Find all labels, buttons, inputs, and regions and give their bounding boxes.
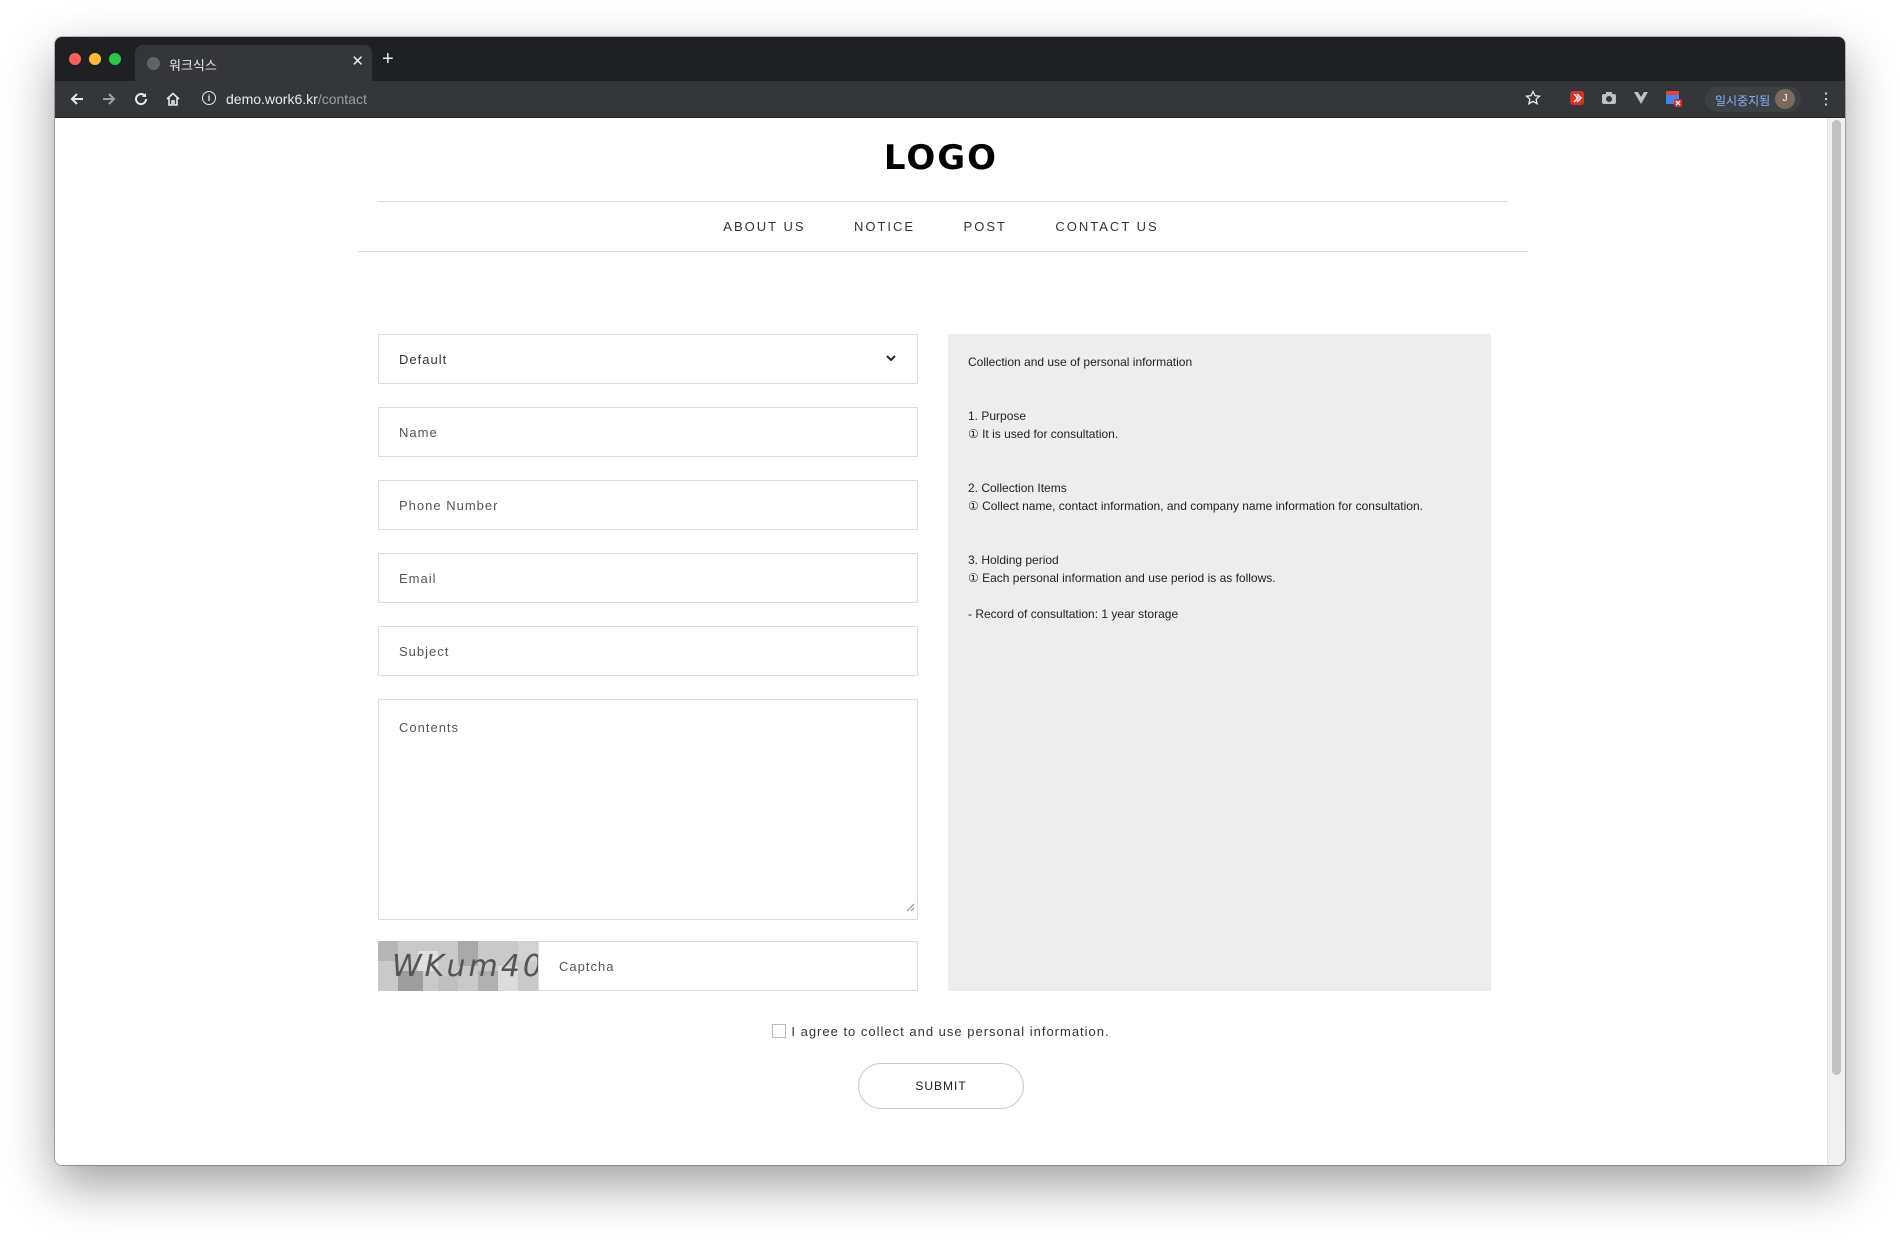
minimize-window-button[interactable] — [89, 53, 101, 65]
browser-window: 워크식스 ✕ + i demo.work6.kr/contact 일시중지됨 J… — [55, 37, 1845, 1165]
close-window-button[interactable] — [69, 53, 81, 65]
name-placeholder: Name — [399, 425, 438, 440]
items-heading: 2. Collection Items — [968, 481, 1067, 495]
vue-devtools-icon[interactable] — [1633, 90, 1649, 106]
main-nav: ABOUT US NOTICE POST CONTACT US — [55, 218, 1827, 236]
agree-row: I agree to collect and use personal info… — [55, 1024, 1827, 1039]
profile-button[interactable]: 일시중지됨 J — [1705, 86, 1801, 112]
nav-post[interactable]: POST — [964, 219, 1007, 234]
contents-placeholder: Contents — [399, 720, 460, 735]
new-tab-button[interactable]: + — [382, 49, 394, 69]
agree-checkbox[interactable] — [772, 1024, 787, 1038]
browser-menu-icon[interactable]: ⋮ — [1818, 89, 1834, 109]
phone-placeholder: Phone Number — [399, 498, 499, 513]
email-placeholder: Email — [399, 571, 437, 586]
back-icon[interactable] — [65, 87, 89, 111]
url-text: demo.work6.kr/contact — [226, 91, 367, 107]
resize-handle-icon[interactable] — [905, 899, 915, 917]
browser-tab[interactable]: 워크식스 ✕ — [135, 45, 372, 81]
captcha-image: WKum40 — [378, 941, 538, 991]
globe-icon — [147, 57, 160, 70]
subject-placeholder: Subject — [399, 644, 450, 659]
nav-divider — [358, 251, 1528, 252]
reload-icon[interactable] — [129, 87, 153, 111]
info-icon[interactable]: i — [202, 91, 216, 105]
agree-label[interactable]: I agree to collect and use personal info… — [791, 1024, 1109, 1039]
nav-notice[interactable]: NOTICE — [854, 219, 915, 234]
close-tab-icon[interactable]: ✕ — [351, 52, 364, 70]
camera-icon[interactable] — [1601, 90, 1617, 106]
tab-bar: 워크식스 ✕ + — [55, 37, 1845, 81]
profile-status-label: 일시중지됨 — [1715, 94, 1771, 108]
chevron-down-icon — [885, 351, 897, 369]
name-input[interactable]: Name — [378, 407, 918, 457]
purpose-text: ① It is used for consultation. — [968, 427, 1119, 441]
avatar: J — [1775, 89, 1795, 109]
bookmark-star-icon[interactable] — [1524, 89, 1542, 106]
address-bar[interactable]: i demo.work6.kr/contact — [198, 85, 1498, 113]
extension-blue-icon[interactable] — [1665, 90, 1682, 107]
privacy-title: Collection and use of personal informati… — [968, 355, 1193, 369]
submit-button[interactable]: SUBMIT — [858, 1063, 1024, 1109]
record-text: - Record of consultation: 1 year storage — [968, 607, 1179, 621]
period-text: ① Each personal information and use peri… — [968, 571, 1276, 585]
subject-input[interactable]: Subject — [378, 626, 918, 676]
contents-textarea[interactable]: Contents — [378, 699, 918, 920]
captcha-input[interactable]: Captcha — [538, 941, 918, 991]
home-icon[interactable] — [161, 87, 185, 111]
phone-input[interactable]: Phone Number — [378, 480, 918, 530]
captcha-placeholder: Captcha — [559, 959, 615, 974]
captcha-code: WKum40 — [392, 949, 538, 984]
browser-toolbar: i demo.work6.kr/contact 일시중지됨 J ⋮ — [55, 81, 1845, 118]
nav-about-us[interactable]: ABOUT US — [723, 219, 805, 234]
period-heading: 3. Holding period — [968, 553, 1059, 567]
extension-red-icon[interactable] — [1569, 90, 1585, 106]
page-viewport: LOGO ABOUT US NOTICE POST CONTACT US Def… — [55, 118, 1827, 1165]
maximize-window-button[interactable] — [109, 53, 121, 65]
tab-title: 워크식스 — [169, 59, 217, 74]
privacy-info-panel: Collection and use of personal informati… — [948, 334, 1491, 991]
site-logo[interactable]: LOGO — [55, 138, 1827, 178]
purpose-heading: 1. Purpose — [968, 409, 1027, 423]
header-divider — [378, 201, 1508, 202]
page-scrollbar[interactable] — [1827, 118, 1845, 1165]
nav-contact-us[interactable]: CONTACT US — [1055, 219, 1158, 234]
scrollbar-thumb[interactable] — [1832, 120, 1841, 1075]
select-value: Default — [399, 352, 448, 367]
email-input[interactable]: Email — [378, 553, 918, 603]
category-select[interactable]: Default — [378, 334, 918, 384]
forward-icon[interactable] — [97, 87, 121, 111]
items-text: ① Collect name, contact information, and… — [968, 499, 1423, 513]
